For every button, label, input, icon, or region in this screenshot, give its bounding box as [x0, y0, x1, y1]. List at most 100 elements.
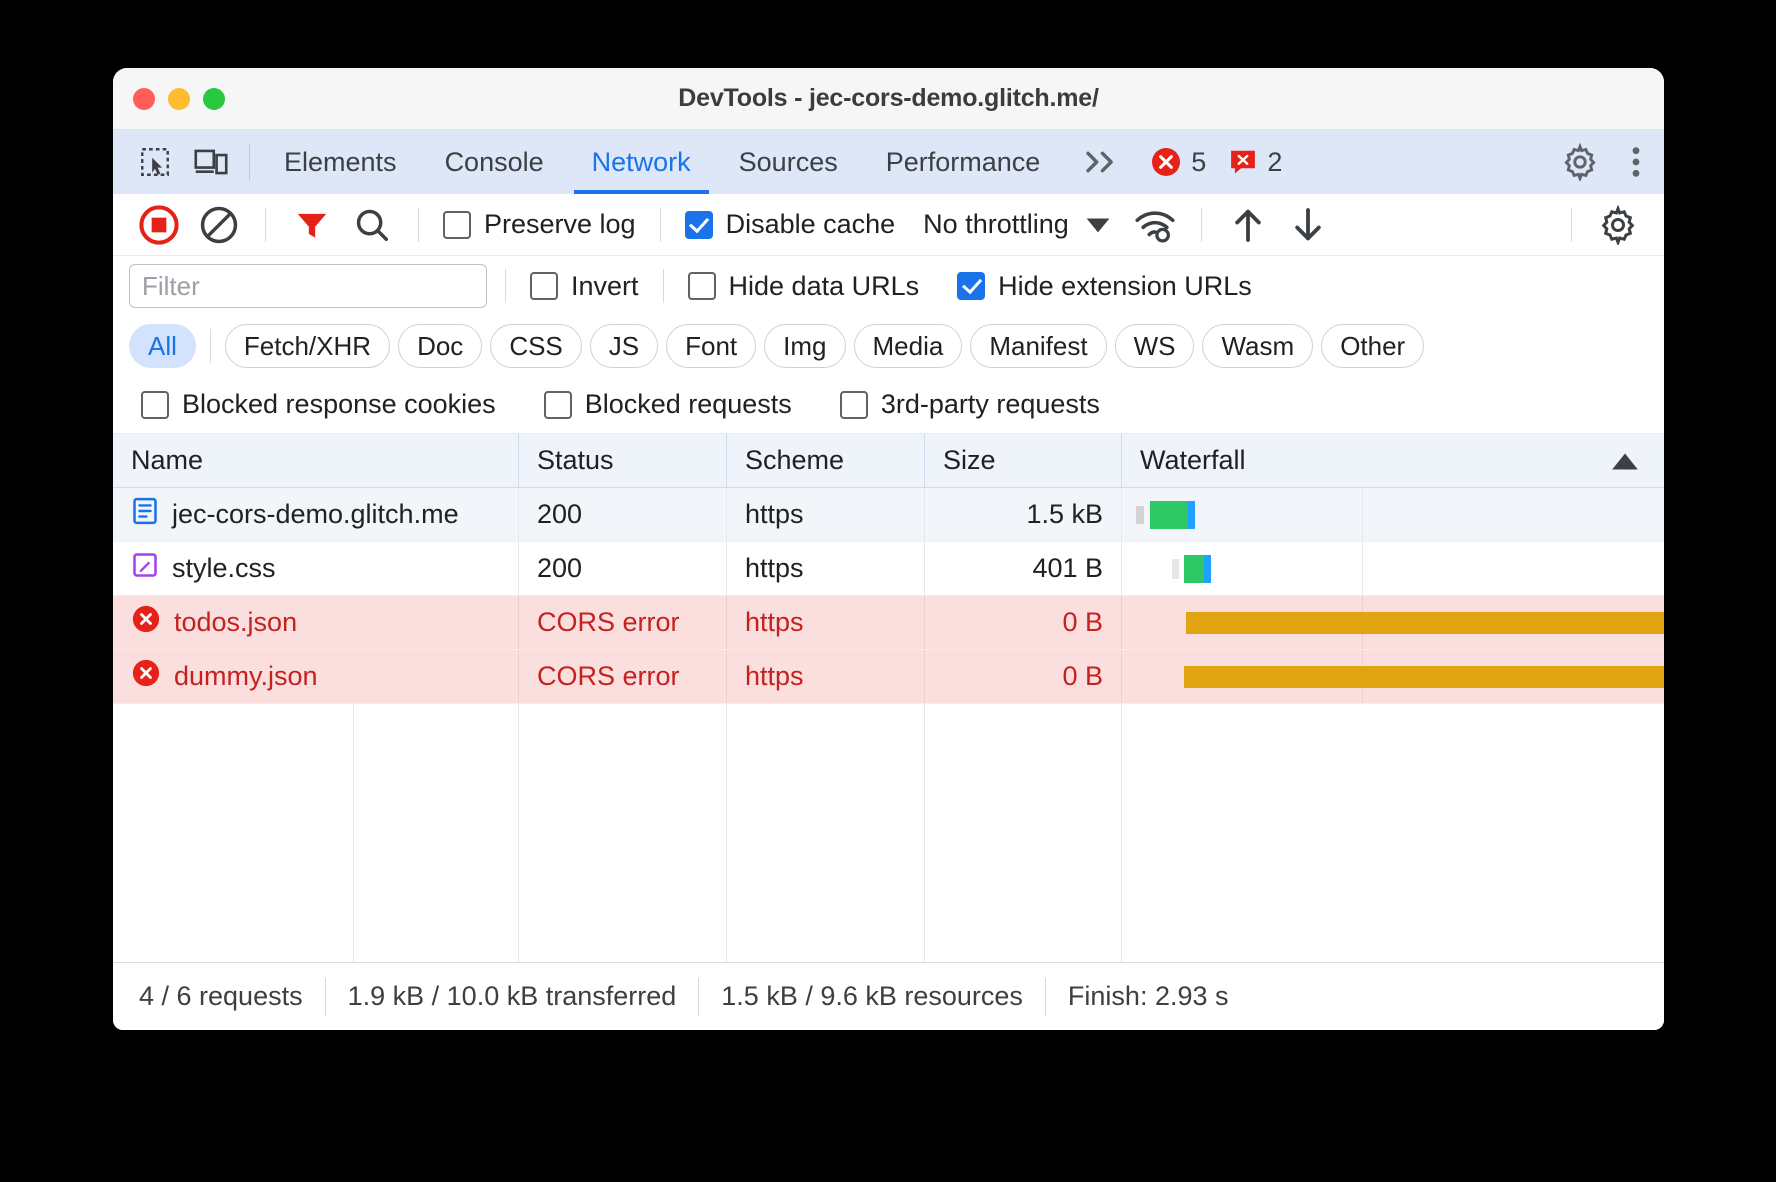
- table-row[interactable]: dummy.json CORS error https 0 B: [113, 650, 1664, 704]
- chip-img[interactable]: Img: [764, 324, 846, 368]
- network-settings-gear-icon[interactable]: [1590, 197, 1646, 253]
- checkbox-box: [957, 272, 986, 300]
- request-name: todos.json: [174, 607, 298, 637]
- table-row[interactable]: jec-cors-demo.glitch.me 200 https 1.5 kB: [113, 488, 1664, 542]
- cell-size: 0 B: [925, 650, 1122, 703]
- filter-divider-2: [662, 269, 664, 303]
- export-har-icon[interactable]: [1280, 197, 1336, 253]
- column-label: Size: [943, 445, 996, 475]
- scheme-value: https: [745, 661, 804, 691]
- chip-fetch-xhr[interactable]: Fetch/XHR: [224, 324, 391, 368]
- tab-performance[interactable]: Performance: [862, 130, 1065, 194]
- chip-manifest[interactable]: Manifest: [970, 324, 1107, 368]
- column-header-size[interactable]: Size: [925, 434, 1122, 487]
- error-count-badge[interactable]: 5: [1150, 146, 1206, 178]
- maximize-window-button[interactable]: [203, 87, 225, 110]
- table-empty-area: [113, 704, 1664, 962]
- cell-name: jec-cors-demo.glitch.me: [113, 488, 519, 541]
- blocked-requests-label: Blocked requests: [584, 389, 792, 419]
- empty-col-status: [519, 704, 727, 962]
- tabstrip-spacer: [1294, 130, 1552, 194]
- chip-all[interactable]: All: [129, 324, 196, 368]
- chip-ws[interactable]: WS: [1114, 324, 1195, 368]
- third-party-requests-checkbox[interactable]: 3rd-party requests: [834, 389, 1106, 420]
- search-icon[interactable]: [344, 197, 400, 253]
- resource-type-filters: All Fetch/XHR Doc CSS JS Font Img Media …: [113, 316, 1664, 376]
- toolbar-divider: [265, 207, 266, 242]
- hide-extension-urls-checkbox[interactable]: Hide extension URLs: [951, 271, 1258, 302]
- chip-label: Font: [685, 330, 738, 361]
- size-value: 401 B: [1032, 553, 1103, 583]
- chip-wasm[interactable]: Wasm: [1202, 324, 1314, 368]
- table-row[interactable]: todos.json CORS error https 0 B: [113, 596, 1664, 650]
- tab-sources[interactable]: Sources: [715, 130, 862, 194]
- preserve-log-label: Preserve log: [484, 209, 636, 239]
- traffic-lights: [113, 87, 225, 110]
- empty-col-name: [113, 704, 519, 962]
- cell-waterfall: [1122, 650, 1664, 703]
- minimize-window-button[interactable]: [168, 87, 190, 110]
- blocked-response-cookies-label: Blocked response cookies: [182, 389, 496, 419]
- column-header-scheme[interactable]: Scheme: [727, 434, 925, 487]
- disable-cache-checkbox[interactable]: Disable cache: [679, 209, 902, 240]
- preserve-log-checkbox[interactable]: Preserve log: [437, 209, 642, 240]
- checkbox-box: [684, 210, 713, 239]
- issue-counters: 5 2: [1138, 130, 1294, 194]
- chip-doc[interactable]: Doc: [398, 324, 483, 368]
- wifi-conditions-icon[interactable]: [1127, 197, 1183, 253]
- blocked-response-cookies-checkbox[interactable]: Blocked response cookies: [135, 389, 502, 420]
- invert-checkbox[interactable]: Invert: [524, 271, 645, 302]
- chip-css[interactable]: CSS: [490, 324, 582, 368]
- cell-waterfall: [1122, 488, 1664, 541]
- status-value: CORS error: [537, 661, 680, 691]
- column-header-status[interactable]: Status: [519, 434, 727, 487]
- more-options-icon[interactable]: [1608, 130, 1664, 194]
- tab-console[interactable]: Console: [421, 130, 568, 194]
- toolbar-divider-3: [659, 207, 661, 242]
- column-header-waterfall[interactable]: Waterfall: [1122, 434, 1664, 487]
- hide-data-urls-checkbox[interactable]: Hide data URLs: [682, 271, 926, 302]
- empty-col-waterfall: [353, 704, 1664, 962]
- status-value: CORS error: [537, 607, 680, 637]
- request-name: jec-cors-demo.glitch.me: [172, 499, 459, 529]
- settings-gear-icon[interactable]: [1552, 130, 1608, 194]
- chip-media[interactable]: Media: [853, 324, 963, 368]
- tab-label: Network: [591, 146, 691, 177]
- record-stop-icon[interactable]: [131, 197, 187, 253]
- tab-label: Console: [444, 146, 544, 177]
- throttling-select[interactable]: No throttling: [905, 209, 1111, 240]
- cell-size: 0 B: [925, 596, 1122, 649]
- clear-network-icon[interactable]: [191, 197, 247, 253]
- chip-js[interactable]: JS: [589, 324, 659, 368]
- cell-status: 200: [519, 488, 727, 541]
- tab-network[interactable]: Network: [568, 130, 715, 194]
- more-tabs-icon[interactable]: [1064, 130, 1138, 194]
- error-circle-icon: [131, 658, 161, 695]
- sort-ascending-icon: [1612, 445, 1638, 476]
- column-label: Scheme: [745, 445, 845, 475]
- table-row[interactable]: style.css 200 https 401 B: [113, 542, 1664, 596]
- filter-input[interactable]: [129, 264, 487, 308]
- tab-elements[interactable]: Elements: [260, 130, 421, 194]
- inspect-element-icon[interactable]: [127, 130, 183, 194]
- column-label: Waterfall: [1140, 445, 1246, 475]
- import-har-icon[interactable]: [1220, 197, 1276, 253]
- checkbox-box: [687, 272, 716, 300]
- checkbox-box: [443, 210, 471, 239]
- chip-font[interactable]: Font: [666, 324, 757, 368]
- empty-col-scheme: [727, 704, 925, 962]
- window-title: DevTools - jec-cors-demo.glitch.me/: [678, 84, 1099, 112]
- requests-table: Name Status Scheme Size Waterfall jec-co…: [113, 434, 1664, 962]
- warning-count-badge[interactable]: 2: [1228, 147, 1282, 178]
- cell-waterfall: [1122, 596, 1664, 649]
- device-toolbar-icon[interactable]: [183, 130, 239, 194]
- chip-other[interactable]: Other: [1321, 324, 1425, 368]
- column-header-name[interactable]: Name: [113, 434, 519, 487]
- cell-status: 200: [519, 542, 727, 595]
- request-name: style.css: [172, 553, 276, 583]
- cell-size: 401 B: [925, 542, 1122, 595]
- tabstrip-divider: [249, 144, 250, 180]
- blocked-requests-checkbox[interactable]: Blocked requests: [538, 389, 798, 420]
- filter-funnel-icon[interactable]: [284, 197, 340, 253]
- close-window-button[interactable]: [133, 87, 155, 110]
